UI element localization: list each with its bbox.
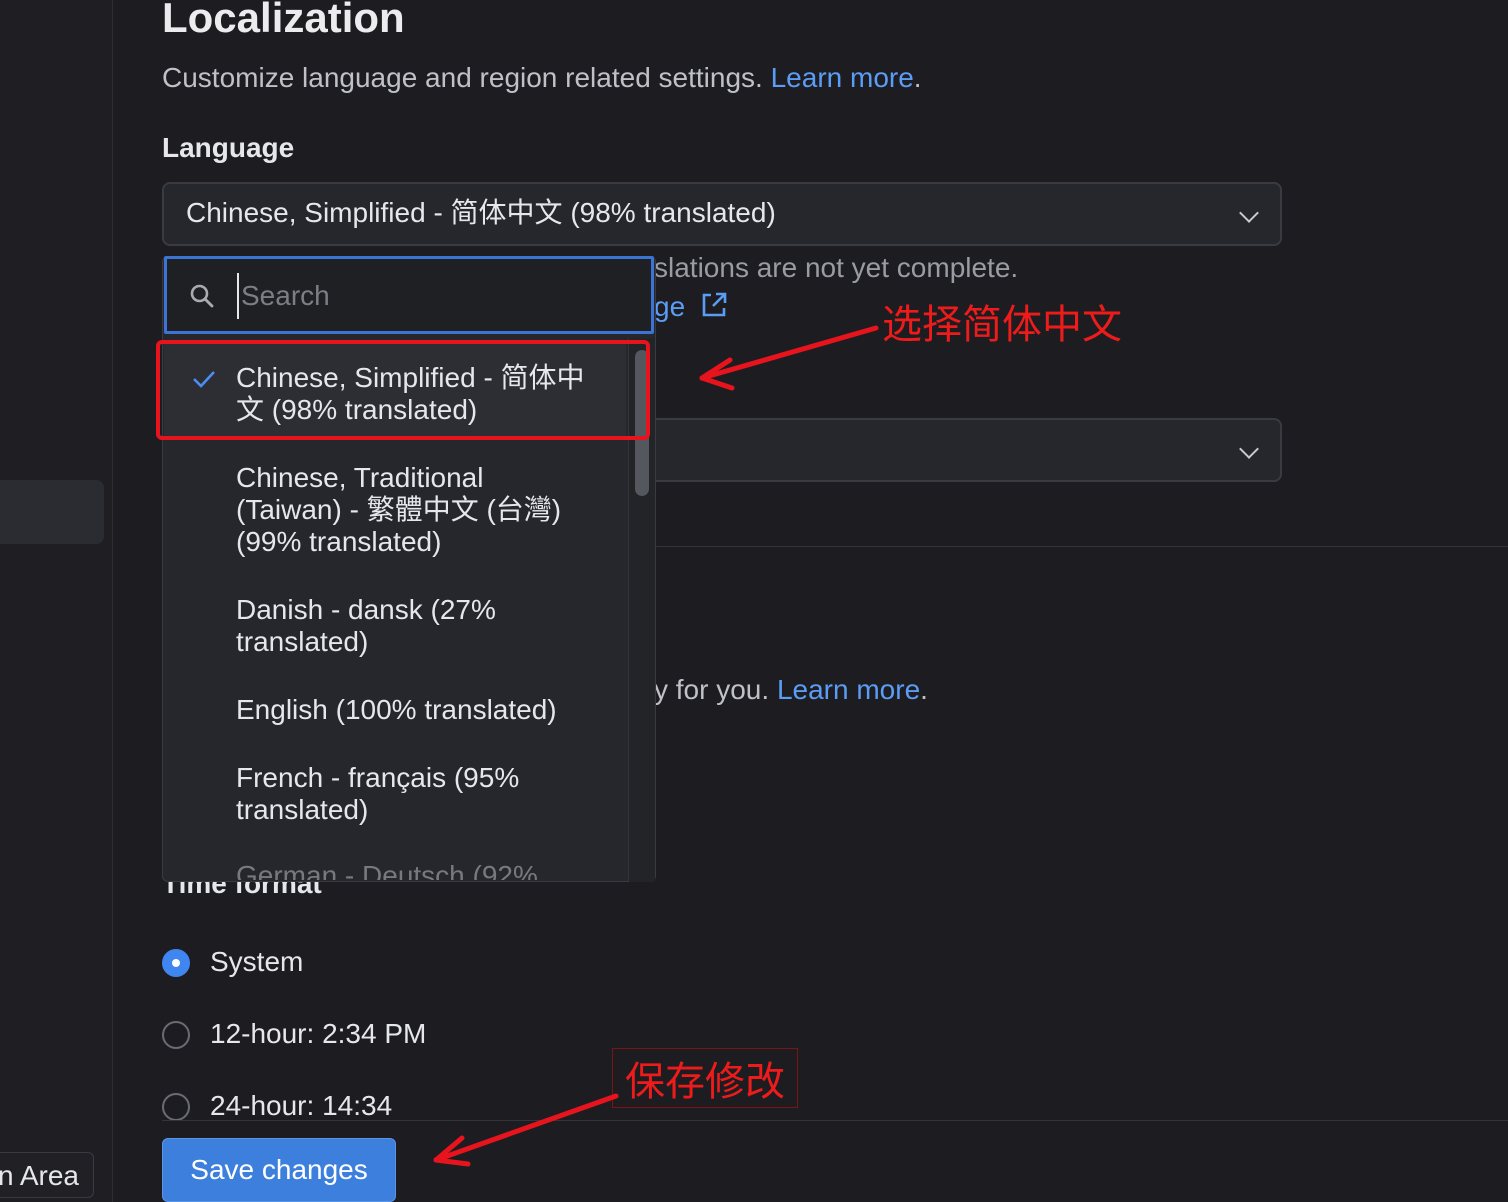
annotation-arrows: [433, 325, 879, 1167]
annotation-arrow: [699, 325, 879, 391]
annotation-arrow: [433, 1093, 619, 1167]
